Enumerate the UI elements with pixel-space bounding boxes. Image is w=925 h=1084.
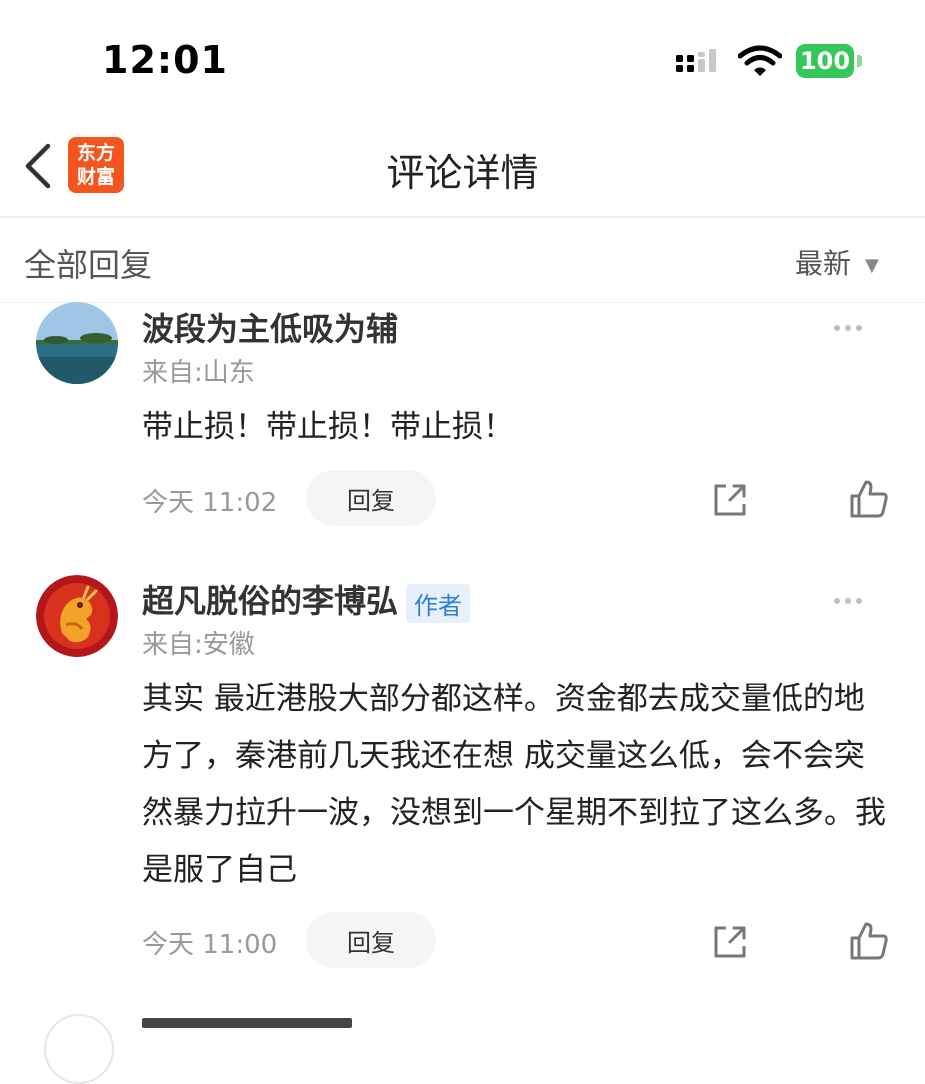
avatar[interactable] — [44, 1014, 114, 1084]
all-replies-title: 全部回复 — [24, 246, 153, 284]
comment-content: 其实 最近港股大部分都这样。资金都去成交量低的地方了，秦港前几天我还在想 成交量… — [142, 681, 886, 888]
sort-label: 最新 — [795, 247, 852, 280]
sort-dropdown[interactable]: 最新 ▼ — [795, 242, 879, 282]
avatar[interactable] — [36, 575, 118, 657]
page-title: 评论详情 — [386, 151, 539, 195]
author-badge: 作者 — [406, 583, 471, 623]
status-bar: 12:01 100 — [0, 0, 925, 120]
share-icon[interactable] — [710, 480, 750, 520]
location-label: 来自:安徽 — [142, 630, 255, 660]
triangle-down-icon: ▼ — [865, 254, 879, 276]
more-options-icon[interactable] — [834, 589, 874, 609]
comment-time: 今天 11:00 — [142, 930, 278, 960]
username-text: 超凡脱俗的李博弘 — [142, 582, 399, 620]
share-icon[interactable] — [710, 922, 750, 962]
location-label: 来自:山东 — [142, 358, 255, 388]
reply-header: 全部回复 最新 ▼ — [0, 218, 925, 303]
reply-button[interactable]: 回复 — [306, 470, 436, 526]
more-options-icon[interactable] — [834, 316, 874, 336]
comment-time: 今天 11:02 — [142, 488, 278, 518]
thumbs-up-icon[interactable] — [848, 920, 890, 962]
wifi-icon — [738, 45, 782, 76]
reply-button[interactable]: 回复 — [306, 912, 436, 968]
comment-content: 带止损！带止损！带止损！ — [142, 409, 514, 445]
thumbs-up-icon[interactable] — [848, 478, 890, 520]
cellular-signal-icon — [676, 49, 716, 72]
battery-indicator: 100 — [796, 44, 854, 78]
nav-bar: 东方 财富 评论详情 — [0, 120, 925, 218]
avatar[interactable] — [36, 302, 118, 384]
username[interactable]: 波段为主低吸为辅 — [142, 304, 398, 350]
beach-avatar-image — [36, 302, 118, 384]
username-clipped — [142, 1018, 352, 1028]
status-time: 12:01 — [102, 38, 228, 82]
battery-tip — [857, 55, 862, 67]
username[interactable]: 超凡脱俗的李博弘 作者 — [142, 576, 471, 623]
dragon-avatar-image — [36, 575, 118, 657]
